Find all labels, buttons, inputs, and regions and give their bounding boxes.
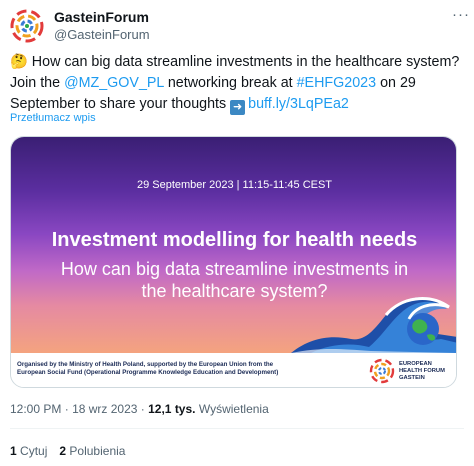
views-label: Wyświetlenia: [198, 402, 269, 416]
ehfg-logo-line3: GASTEIN: [399, 375, 425, 381]
wave-globe-illustration: [291, 297, 456, 353]
event-banner-image: 29 September 2023 | 11:15-11:45 CEST Inv…: [11, 137, 456, 353]
author-handle[interactable]: @GasteinForum: [54, 26, 150, 43]
right-arrow-emoji-icon: ➜: [230, 100, 246, 115]
likes-label: Polubienia: [69, 444, 126, 458]
translate-post-link[interactable]: Przetłumacz wpis: [10, 112, 96, 124]
tweet-stats: 1 Cytuj 2 Polubienia: [10, 444, 125, 458]
ehfg-logo-icon: [369, 358, 395, 384]
gastein-forum-logo-icon: [10, 9, 44, 43]
ehfg-logo-text: EUROPEAN HEALTH FORUM GASTEIN: [399, 361, 445, 382]
quotes-count: 1: [10, 444, 17, 458]
divider: [10, 428, 464, 429]
post-date[interactable]: 18 wrz 2023: [72, 402, 137, 416]
thinking-face-emoji: 🤔: [10, 54, 28, 70]
event-date: 29 September 2023 | 11:15-11:45 CEST: [136, 179, 333, 191]
tweet-text-part2: networking break at: [167, 75, 293, 91]
organiser-note-line1: Organised by the Ministry of Health Pola…: [17, 361, 274, 368]
event-headline: Investment modelling for health needs: [51, 229, 418, 251]
url-link[interactable]: buff.ly/3LqPEa2: [248, 96, 349, 112]
meta-separator: ·: [64, 402, 69, 416]
likes-count: 2: [59, 444, 67, 458]
quotes-label: Cytuj: [20, 444, 48, 458]
media-card[interactable]: 29 September 2023 | 11:15-11:45 CEST Inv…: [10, 136, 457, 388]
ehfg-logo-line2: HEALTH FORUM: [399, 368, 445, 374]
quotes-stat[interactable]: 1 Cytuj: [10, 444, 47, 458]
post-time[interactable]: 12:00 PM: [10, 402, 61, 416]
mention-link[interactable]: @MZ_GOV_PL: [64, 75, 164, 91]
tweet-header: GasteinForum @GasteinForum: [10, 6, 464, 46]
tweet-text: 🤔 How can big data streamline investment…: [10, 52, 470, 115]
ehfg-logo-line1: EUROPEAN: [399, 361, 432, 367]
meta-separator: ·: [140, 402, 145, 416]
likes-stat[interactable]: 2 Polubienia: [59, 444, 125, 458]
event-subline-1: How can big data streamline investments …: [60, 259, 409, 279]
organiser-note: Organised by the Ministry of Health Pola…: [17, 361, 362, 377]
views-count: 12,1 tys.: [148, 402, 196, 416]
more-options-icon[interactable]: ···: [452, 6, 470, 23]
card-footer: Organised by the Ministry of Health Pola…: [11, 353, 456, 387]
author-avatar[interactable]: [10, 9, 44, 43]
organiser-note-line2: European Social Fund (Operational Progra…: [17, 369, 279, 376]
tweet-meta: 12:00 PM · 18 wrz 2023 · 12,1 tys. Wyświ…: [10, 402, 269, 416]
hashtag-link[interactable]: #EHFG2023: [297, 75, 376, 91]
author-name[interactable]: GasteinForum: [54, 9, 150, 26]
